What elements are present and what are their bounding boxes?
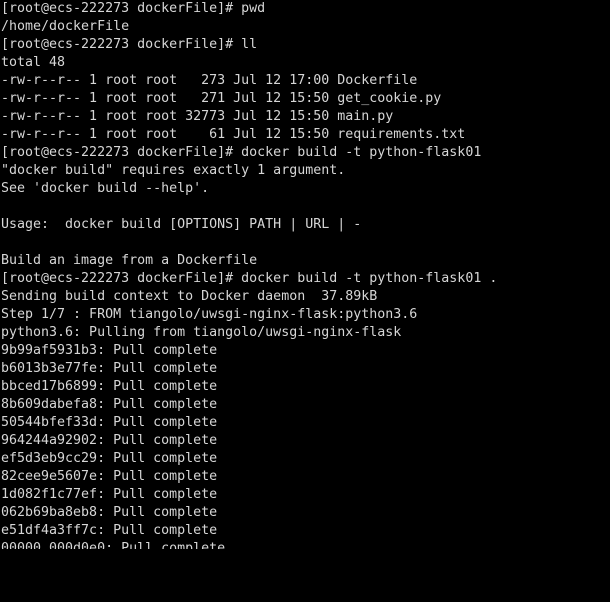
terminal-line: 8b609dabefa8: Pull complete bbox=[1, 397, 218, 412]
terminal-line: 1d082f1c77ef: Pull complete bbox=[1, 487, 218, 502]
terminal-output: [root@ecs-222273 dockerFile]# pwd/home/d… bbox=[0, 0, 610, 549]
terminal-line: -rw-r--r-- 1 root root 271 Jul 12 15:50 … bbox=[1, 91, 442, 106]
terminal-line: -rw-r--r-- 1 root root 273 Jul 12 17:00 … bbox=[1, 73, 418, 88]
terminal-line: "docker build" requires exactly 1 argume… bbox=[1, 163, 346, 178]
terminal-line: Usage: docker build [OPTIONS] PATH | URL… bbox=[1, 217, 362, 232]
terminal-line: ef5d3eb9cc29: Pull complete bbox=[1, 451, 218, 466]
terminal-line: 964244a92902: Pull complete bbox=[1, 433, 218, 448]
terminal-line: [root@ecs-222273 dockerFile]# ll bbox=[1, 37, 258, 52]
terminal-line: See 'docker build --help'. bbox=[1, 181, 210, 196]
terminal-line: 9b99af5931b3: Pull complete bbox=[1, 343, 218, 358]
terminal-line: Step 1/7 : FROM tiangolo/uwsgi-nginx-fla… bbox=[1, 307, 418, 322]
terminal-line: [root@ecs-222273 dockerFile]# docker bui… bbox=[1, 145, 482, 160]
terminal-line: -rw-r--r-- 1 root root 61 Jul 12 15:50 r… bbox=[1, 127, 466, 142]
terminal-line: 82cee9e5607e: Pull complete bbox=[1, 469, 218, 484]
terminal-line: -rw-r--r-- 1 root root 32773 Jul 12 15:5… bbox=[1, 109, 394, 124]
terminal-line: /home/dockerFile bbox=[1, 19, 130, 34]
terminal-console[interactable]: [root@ecs-222273 dockerFile]# pwd/home/d… bbox=[0, 0, 610, 602]
terminal-line: 062b69ba8eb8: Pull complete bbox=[1, 505, 218, 520]
terminal-line: total 48 bbox=[1, 55, 66, 70]
terminal-line: [root@ecs-222273 dockerFile]# pwd bbox=[1, 1, 266, 16]
terminal-line: python3.6: Pulling from tiangolo/uwsgi-n… bbox=[1, 325, 402, 340]
terminal-line: Sending build context to Docker daemon 3… bbox=[1, 289, 378, 304]
terminal-line: e51df4a3ff7c: Pull complete bbox=[1, 523, 218, 538]
terminal-line: 50544bfef33d: Pull complete bbox=[1, 415, 218, 430]
terminal-line: [root@ecs-222273 dockerFile]# docker bui… bbox=[1, 271, 498, 286]
terminal-line: bbced17b6899: Pull complete bbox=[1, 379, 218, 394]
terminal-line-partial: 00000 000d0e0: Pull complete bbox=[1, 541, 226, 549]
terminal-line: Build an image from a Dockerfile bbox=[1, 253, 258, 268]
terminal-line: b6013b3e77fe: Pull complete bbox=[1, 361, 218, 376]
